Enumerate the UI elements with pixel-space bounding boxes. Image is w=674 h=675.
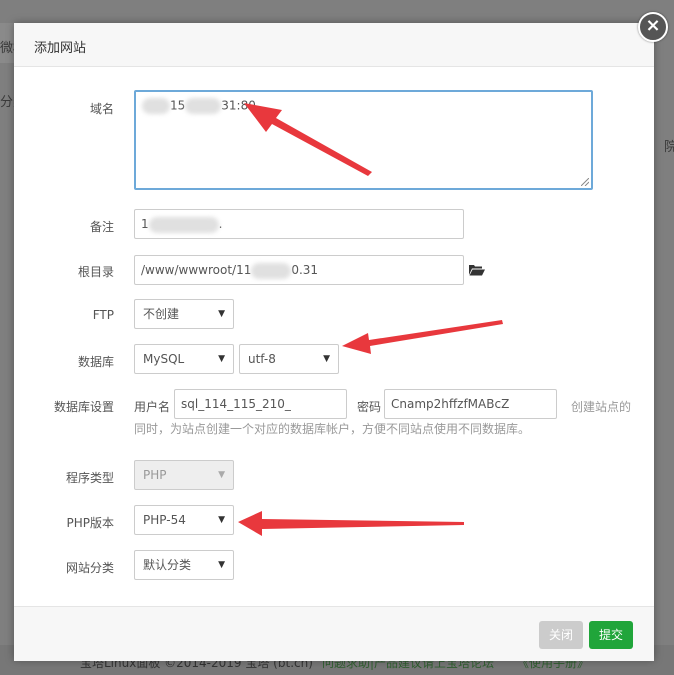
annotation-arrows bbox=[238, 103, 503, 536]
annotation-arrow bbox=[342, 320, 503, 354]
annotation-arrow bbox=[244, 103, 372, 176]
annotation-arrow bbox=[238, 511, 464, 536]
